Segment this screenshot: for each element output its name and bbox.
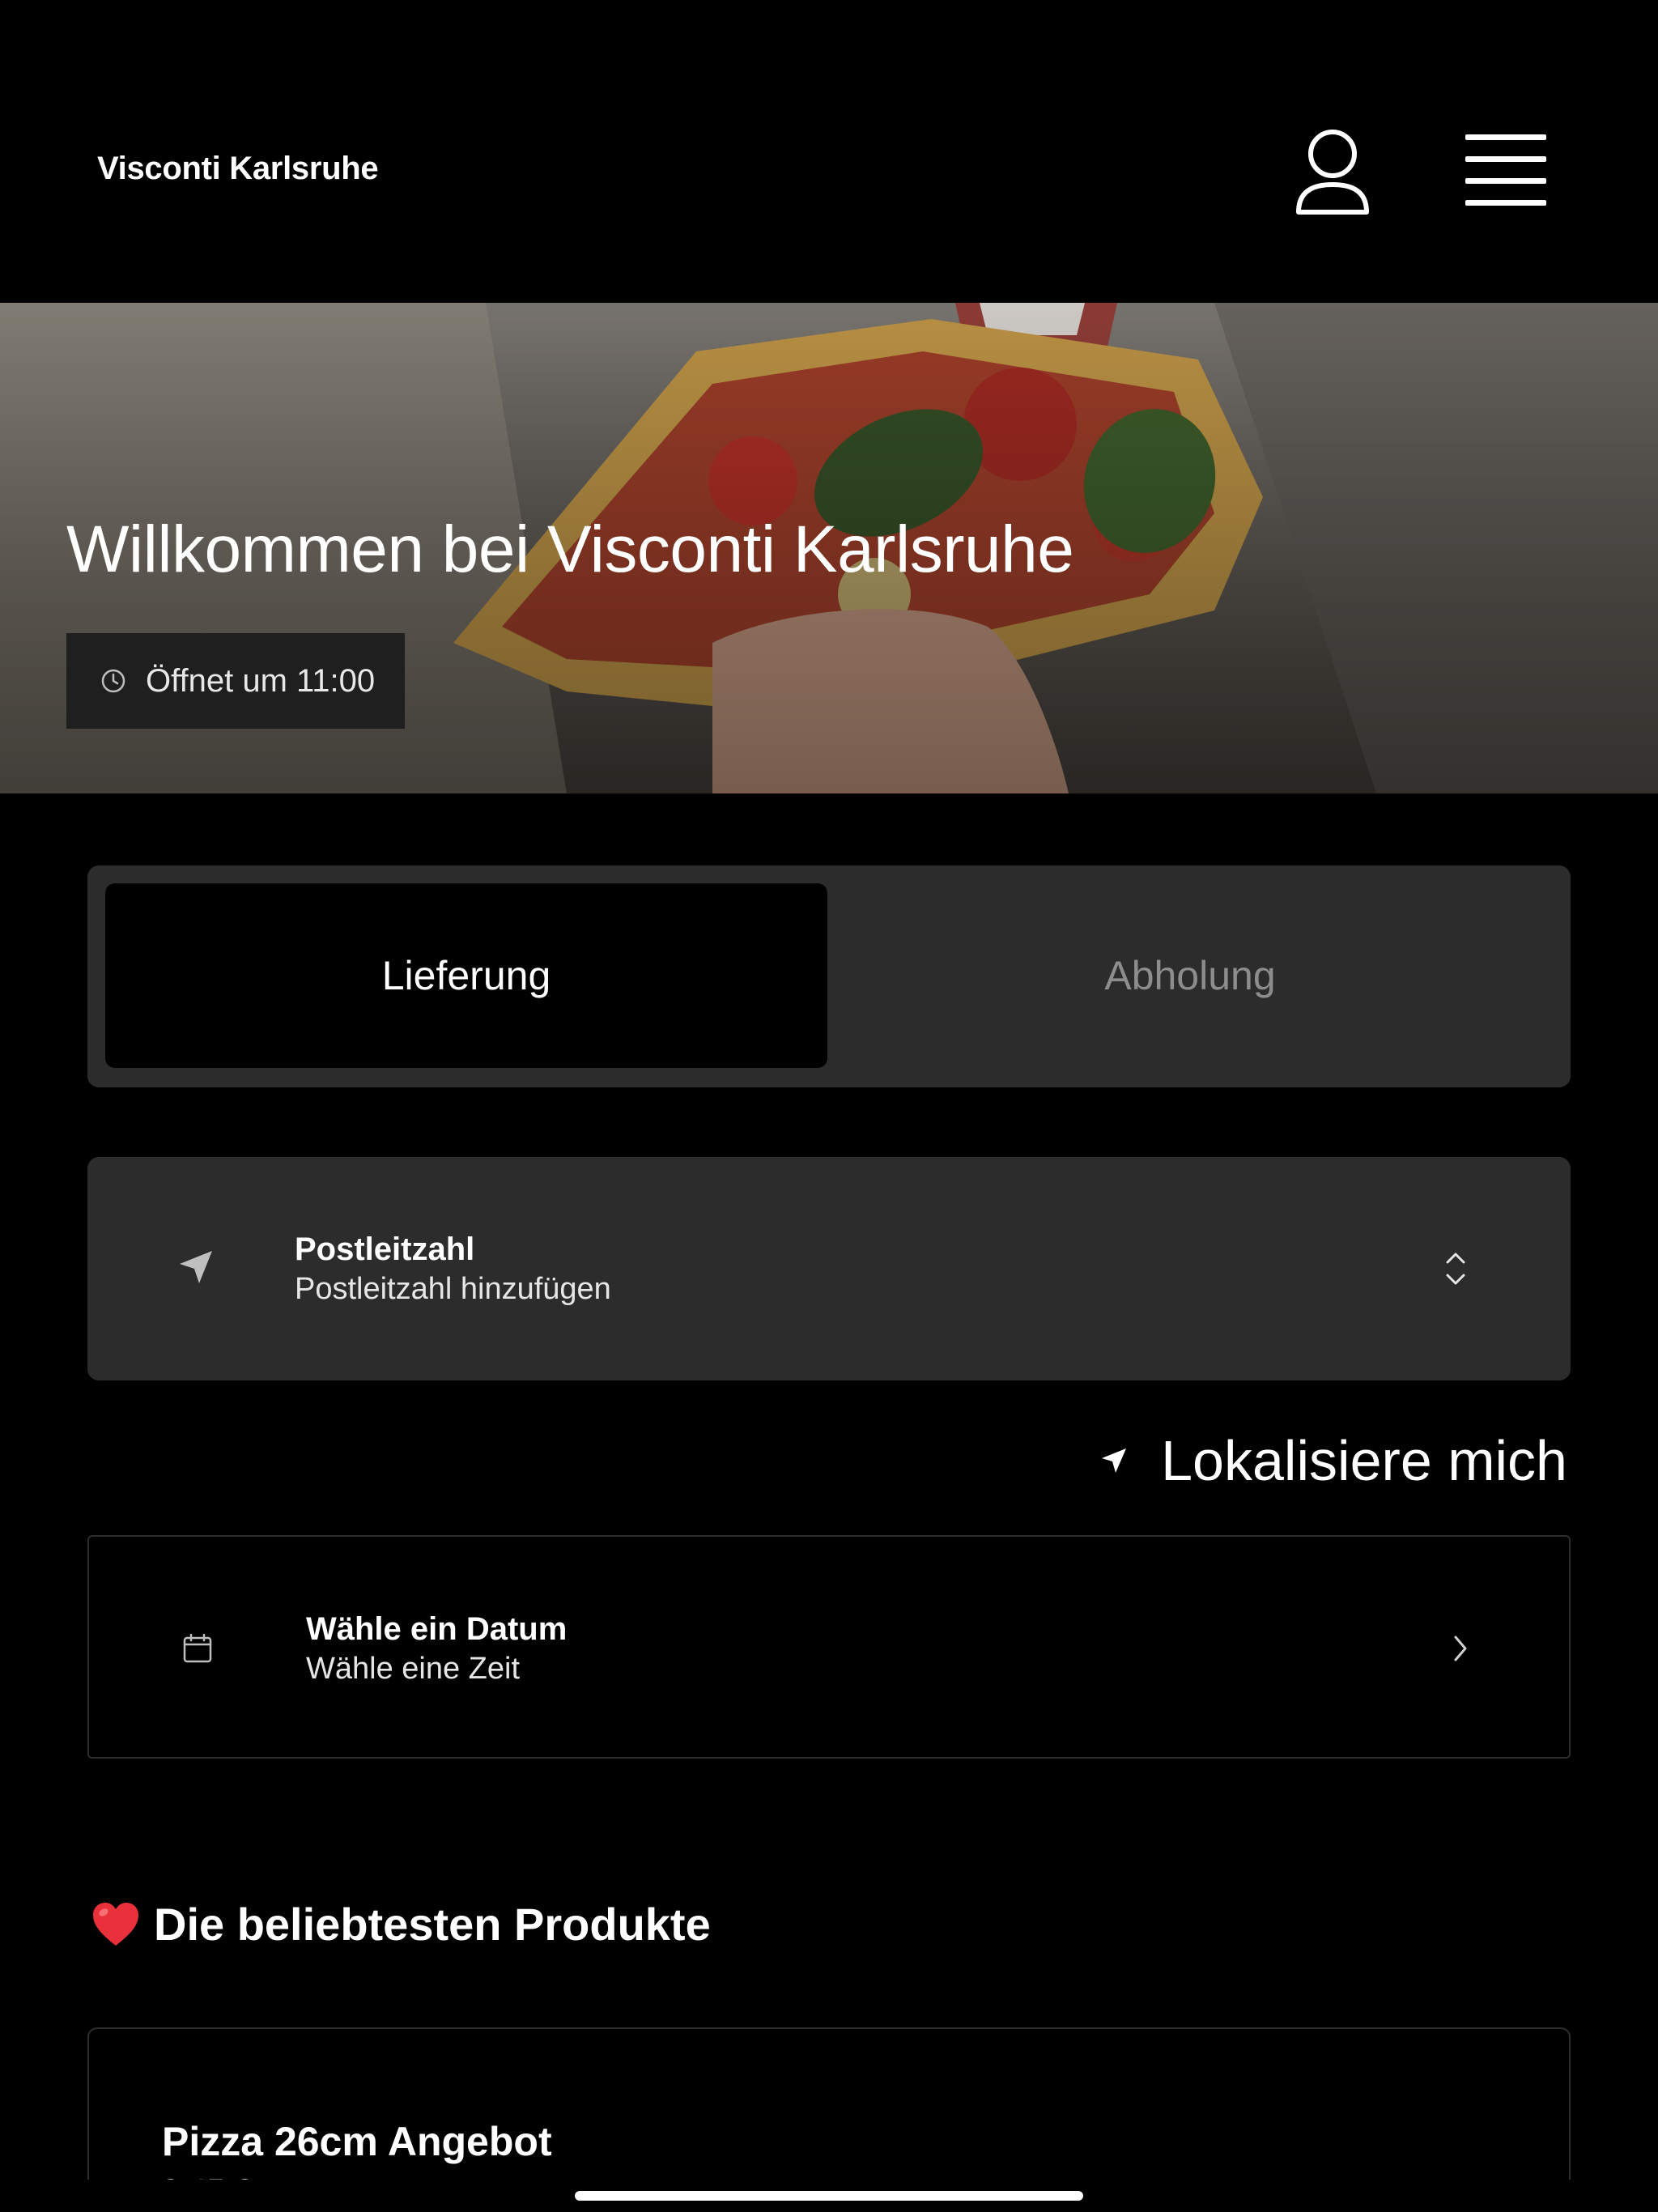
postal-code-placeholder: Postleitzahl hinzufügen (295, 1272, 611, 1306)
pickup-tab[interactable]: Abholung (827, 883, 1553, 1068)
locate-me-label: Lokalisiere mich (1161, 1429, 1567, 1492)
top-header: Visconti Karlsruhe (0, 0, 1658, 303)
menu-line (1465, 156, 1546, 162)
hero-banner: Willkommen bei Visconti Karlsruhe Öffnet… (0, 303, 1658, 793)
locate-me-button[interactable]: Lokalisiere mich (1099, 1428, 1567, 1493)
calendar-icon (183, 1633, 212, 1663)
brand-name[interactable]: Visconti Karlsruhe (97, 151, 379, 187)
delivery-tab[interactable]: Lieferung (105, 883, 827, 1068)
postal-code-selector[interactable]: Postleitzahl Postleitzahl hinzufügen (87, 1157, 1571, 1380)
clock-icon (101, 669, 125, 693)
product-name: Pizza 26cm Angebot (162, 2119, 552, 2164)
opening-hours-badge: Öffnet um 11:00 (66, 633, 405, 729)
chevron-up-down-icon (1446, 1253, 1465, 1285)
chevron-right-icon (1454, 1636, 1467, 1661)
menu-line (1465, 134, 1546, 140)
menu-line (1465, 200, 1546, 206)
popular-products-heading: Die beliebtesten Produkte (91, 1898, 711, 1950)
popular-products-title: Die beliebtesten Produkte (154, 1899, 711, 1950)
welcome-title: Willkommen bei Visconti Karlsruhe (66, 513, 1074, 586)
menu-line (1465, 178, 1546, 184)
user-icon (1296, 130, 1369, 215)
time-label: Wähle eine Zeit (306, 1652, 521, 1686)
opening-time-label: Öffnet um 11:00 (146, 662, 376, 699)
order-mode-toggle: Lieferung Abholung (87, 866, 1571, 1087)
navigation-arrow-icon (180, 1251, 212, 1283)
heart-icon (93, 1902, 138, 1946)
account-button[interactable] (1294, 126, 1371, 217)
location-arrow-icon (1102, 1448, 1127, 1473)
postal-code-label: Postleitzahl (295, 1231, 475, 1267)
schedule-selector[interactable]: Wähle ein Datum Wähle eine Zeit (87, 1535, 1571, 1759)
home-indicator[interactable] (575, 2191, 1083, 2201)
date-label: Wähle ein Datum (306, 1611, 568, 1647)
hamburger-menu-button[interactable] (1465, 134, 1546, 206)
